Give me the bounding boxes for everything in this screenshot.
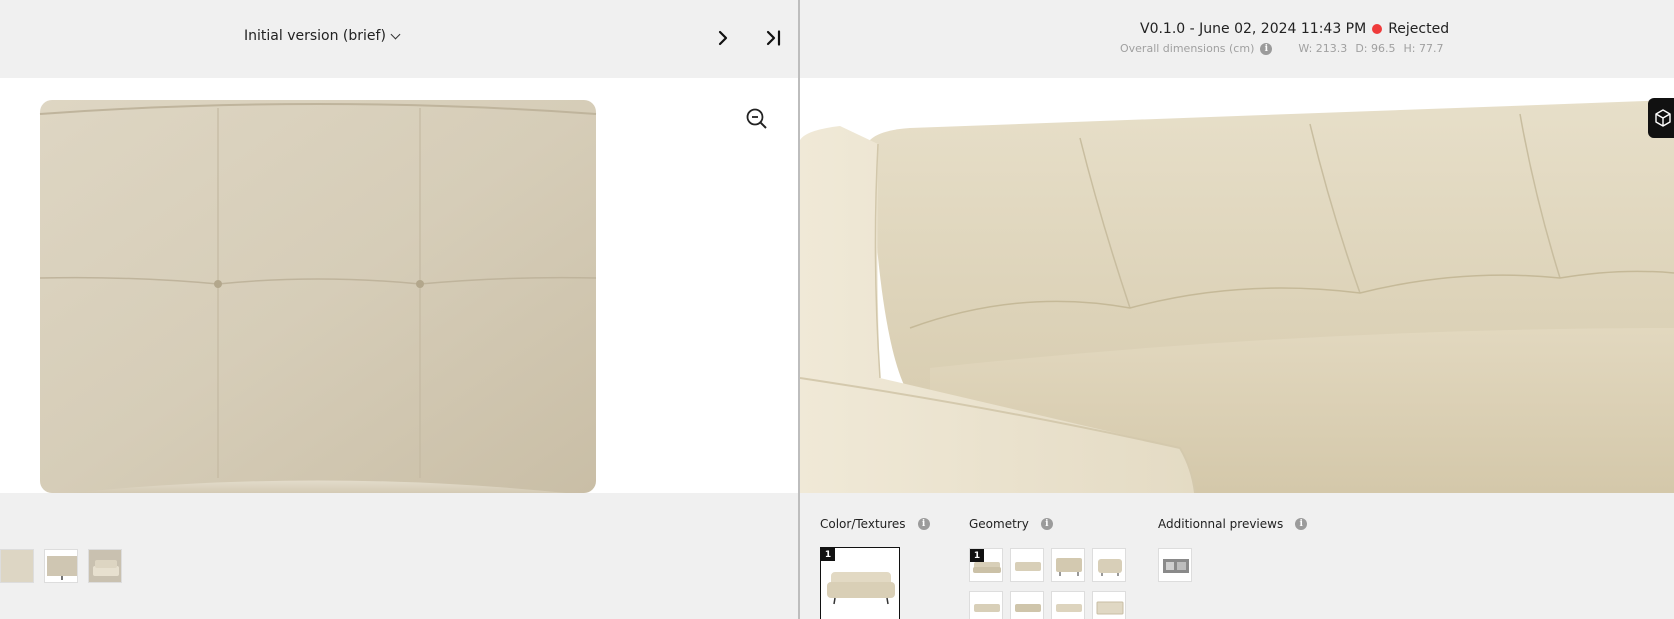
geometry-tile[interactable] xyxy=(969,591,1003,619)
zoom-out-icon[interactable] xyxy=(745,107,769,131)
geometry-tile[interactable] xyxy=(1051,591,1085,619)
section-color-textures: Color/Textures i xyxy=(820,517,930,531)
selection-badge: 1 xyxy=(821,548,835,561)
info-icon[interactable]: i xyxy=(1040,518,1053,530)
info-icon[interactable]: i xyxy=(917,518,930,530)
right-pane: V0.1.0 - June 02, 2024 11:43 PM Rejected… xyxy=(800,0,1674,619)
sofa-3d-render-image xyxy=(800,100,1674,493)
geometry-tile[interactable] xyxy=(1092,591,1126,619)
left-header: Initial version (brief) xyxy=(0,0,798,78)
info-icon[interactable]: i xyxy=(1295,518,1308,530)
section-additional-previews: Additionnal previews i xyxy=(1158,517,1308,531)
status-dot-icon xyxy=(1372,24,1383,34)
dimensions-label: Overall dimensions (cm) xyxy=(1120,42,1255,55)
model-render-canvas[interactable] xyxy=(800,78,1674,493)
cube-icon xyxy=(1655,109,1671,127)
section-title-additional-previews: Additionnal previews xyxy=(1158,517,1284,531)
reference-thumbnails xyxy=(0,549,122,583)
section-geometry: Geometry i xyxy=(969,517,1053,531)
chevron-down-icon xyxy=(390,29,401,39)
status-badge: Rejected xyxy=(1388,21,1450,37)
geometry-tile[interactable] xyxy=(1092,548,1126,582)
3d-view-button[interactable] xyxy=(1648,98,1674,138)
section-title-geometry: Geometry xyxy=(969,517,1029,531)
dimension-depth: D: 96.5 xyxy=(1355,42,1396,55)
info-icon[interactable]: i xyxy=(1260,42,1273,55)
dimension-height: H: 77.7 xyxy=(1403,42,1444,55)
review-viewer: Initial version (brief) V0.1.0 - June 02… xyxy=(0,0,1674,619)
dimensions-info: Overall dimensions (cm) i W: 213.3 D: 96… xyxy=(1120,42,1443,55)
selection-badge: 1 xyxy=(970,549,984,562)
dimension-width: W: 213.3 xyxy=(1298,42,1348,55)
color-texture-tile[interactable]: 1 xyxy=(820,547,900,619)
geometry-tile[interactable] xyxy=(1051,548,1085,582)
reference-thumbnail[interactable] xyxy=(0,549,34,583)
additional-preview-tile[interactable] xyxy=(1158,548,1192,582)
version-info: V0.1.0 - June 02, 2024 11:43 PM Rejected xyxy=(1140,21,1449,37)
sofa-backrest-closeup-image xyxy=(39,100,597,493)
geometry-tile[interactable]: 1 xyxy=(969,548,1003,582)
geometry-tile[interactable] xyxy=(1010,591,1044,619)
geometry-tile[interactable] xyxy=(1010,548,1044,582)
reference-image-canvas[interactable] xyxy=(0,78,798,493)
version-selector[interactable]: Initial version (brief) xyxy=(244,28,401,44)
reference-thumbnail[interactable] xyxy=(44,549,78,583)
version-text: V0.1.0 - June 02, 2024 11:43 PM xyxy=(1140,21,1367,37)
version-selector-label: Initial version (brief) xyxy=(244,28,386,44)
skip-last-icon[interactable] xyxy=(763,28,785,48)
reference-thumbnail[interactable] xyxy=(88,549,122,583)
chevron-right-icon[interactable] xyxy=(713,28,733,48)
right-header: V0.1.0 - June 02, 2024 11:43 PM Rejected… xyxy=(800,0,1674,78)
dimensions-values: W: 213.3 D: 96.5 H: 77.7 xyxy=(1298,42,1443,55)
left-pane: Initial version (brief) xyxy=(0,0,798,619)
section-title-color-textures: Color/Textures xyxy=(820,517,906,531)
